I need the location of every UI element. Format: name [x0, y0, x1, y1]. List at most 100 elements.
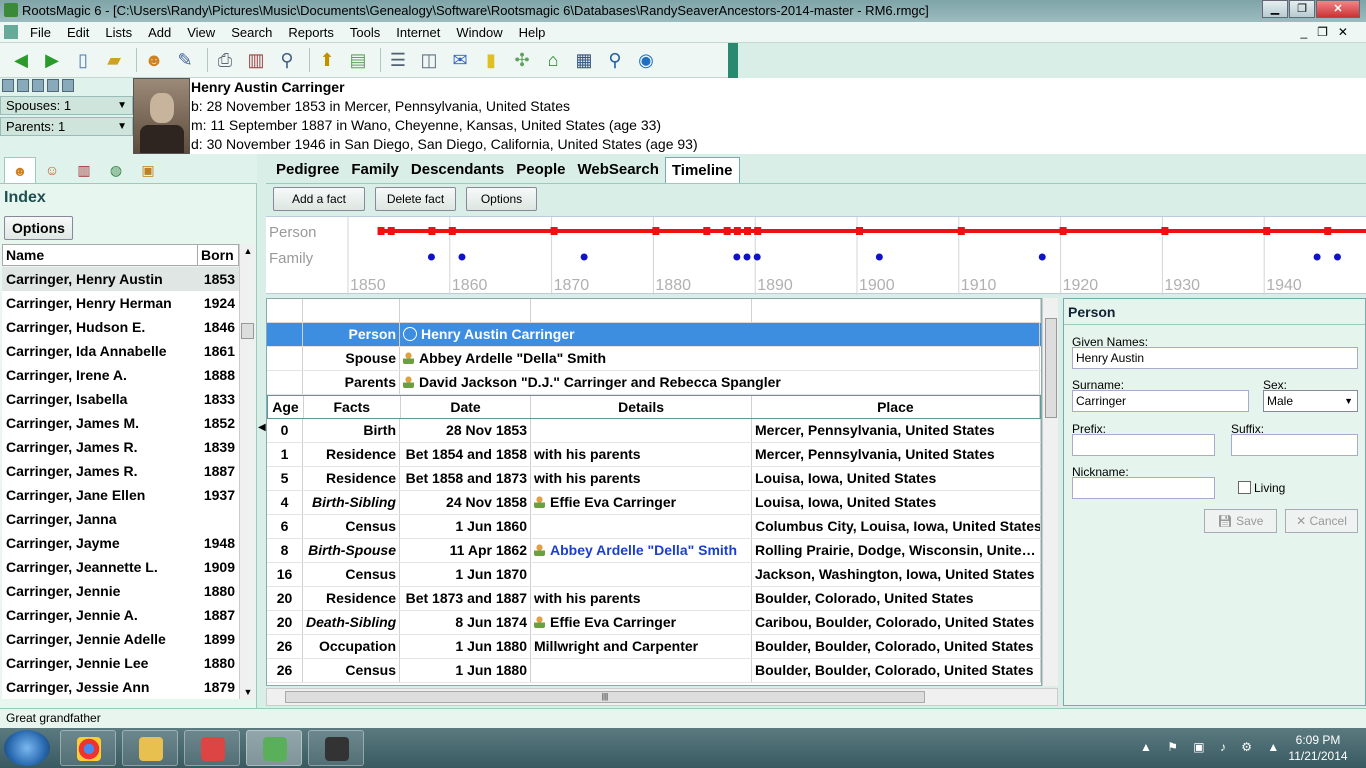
tree-icon[interactable]: ✣	[509, 47, 535, 73]
parents-dropdown[interactable]: Parents: 1	[0, 117, 133, 136]
delete-fact-button[interactable]: Delete fact	[375, 187, 456, 211]
forward-arrow-icon[interactable]: ▶	[39, 47, 65, 73]
person-photo[interactable]	[133, 78, 190, 154]
timeline-graph[interactable]: Person Family 1850 1860 1870 1880 1890 1900 19…	[266, 216, 1366, 295]
list-item[interactable]: Carringer, Jeannette L. 1909	[2, 555, 239, 579]
column-header-facts[interactable]: Facts	[304, 396, 401, 418]
print-icon[interactable]: ⎙	[212, 47, 238, 73]
save-button[interactable]: 💾︎ Save	[1204, 509, 1277, 533]
living-checkbox[interactable]	[1238, 481, 1251, 494]
add-fact-button[interactable]: Add a fact	[273, 187, 365, 211]
list-item[interactable]: Carringer, Jane Ellen 1937	[2, 483, 239, 507]
sources-tab-icon[interactable]: ▥	[68, 157, 100, 183]
media-icon[interactable]	[32, 79, 44, 92]
table-row[interactable]: 1 Residence Bet 1854 and 1858 with his pare…	[267, 443, 1041, 467]
list-item[interactable]: Carringer, Janna	[2, 507, 239, 531]
list-item[interactable]: Carringer, Henry Herman 1924	[2, 291, 239, 315]
scrollbar-thumb[interactable]: |||	[285, 691, 925, 703]
table-row[interactable]: 5 Residence Bet 1858 and 1873 with his pare…	[267, 467, 1041, 491]
table-row[interactable]: 20 Residence Bet 1873 and 1887 with his par…	[267, 587, 1041, 611]
spouse-row[interactable]: Spouse Abbey Ardelle "Della" Smith	[267, 347, 1041, 371]
open-folder-icon[interactable]: ▰	[101, 47, 127, 73]
report-icon[interactable]: ☰	[385, 47, 411, 73]
list-item[interactable]: Carringer, Jennie 1880	[2, 579, 239, 603]
home-icon[interactable]: ⌂	[540, 47, 566, 73]
nickname-field[interactable]	[1072, 477, 1215, 499]
menu-reports[interactable]: Reports	[280, 25, 342, 40]
email-icon[interactable]: ✉	[447, 47, 473, 73]
list-item[interactable]: Carringer, Jennie A. 1887	[2, 603, 239, 627]
navigate-icon[interactable]: ⬆	[314, 47, 340, 73]
surname-field[interactable]: Carringer	[1072, 390, 1249, 412]
sticky-note-icon[interactable]: ▮	[478, 47, 504, 73]
list-item[interactable]: Carringer, Henry Austin 1853	[2, 267, 239, 291]
menu-window[interactable]: Window	[448, 25, 510, 40]
list-item[interactable]: Carringer, Jennie Adelle 1899	[2, 627, 239, 651]
tree-icon[interactable]	[2, 79, 14, 92]
column-header-details[interactable]: Details	[531, 396, 752, 418]
scrollbar-thumb[interactable]	[1045, 318, 1057, 418]
person-row[interactable]: Person Henry Austin Carringer	[267, 323, 1041, 347]
table-row[interactable]: 20 Death-Sibling 8 Jun 1874 Effie Eva Carri…	[267, 611, 1041, 635]
menu-view[interactable]: View	[179, 25, 223, 40]
terminal-taskbar-button[interactable]	[308, 730, 364, 766]
notes-icon[interactable]: ▤	[345, 47, 371, 73]
table-row[interactable]: 8 Birth-Spouse 11 Apr 1862 Abbey Ardelle "D…	[267, 539, 1041, 563]
collapse-arrow-icon[interactable]: ◀	[258, 422, 266, 433]
grid-vertical-scrollbar[interactable]	[1042, 298, 1058, 686]
table-row[interactable]: 4 Birth-Sibling 24 Nov 1858 Effie Eva Carri…	[267, 491, 1041, 515]
table-row[interactable]: 0 Birth 28 Nov 1853 Mercer, Pennsylvania, U…	[267, 419, 1041, 443]
table-row[interactable]: 26 Occupation 1 Jun 1880 Millwright and Car…	[267, 635, 1041, 659]
menu-file[interactable]: File	[22, 25, 59, 40]
groups-tab-icon[interactable]: ▣	[132, 157, 164, 183]
rootsmagic-taskbar-button[interactable]	[246, 730, 302, 766]
spouse-link[interactable]: Abbey Ardelle "Della" Smith	[550, 542, 737, 558]
list-item[interactable]: Carringer, James R. 1887	[2, 459, 239, 483]
prefix-field[interactable]	[1072, 434, 1215, 456]
system-tray-icons[interactable]: ▲ ⚑ ▣ ♪ ⚙ ▲	[1140, 740, 1285, 754]
magnify-icon[interactable]: ⚲	[602, 47, 628, 73]
spouses-dropdown[interactable]: Spouses: 1	[0, 96, 133, 115]
taskbar-clock[interactable]: 6:09 PM 11/21/2014	[1285, 732, 1351, 764]
list-item[interactable]: Carringer, Jennie Lee 1880	[2, 651, 239, 675]
books-icon[interactable]: ▥	[243, 47, 269, 73]
list-item[interactable]: Carringer, Hudson E. 1846	[2, 315, 239, 339]
suffix-field[interactable]	[1231, 434, 1358, 456]
edit-icon[interactable]	[62, 79, 74, 92]
column-header-date[interactable]: Date	[401, 396, 532, 418]
menu-lists[interactable]: Lists	[97, 25, 140, 40]
chrome-taskbar-button[interactable]	[60, 730, 116, 766]
list-item[interactable]: Carringer, Ida Annabelle 1861	[2, 339, 239, 363]
start-button[interactable]	[4, 730, 50, 766]
menu-add[interactable]: Add	[140, 25, 179, 40]
book-icon[interactable]: ▦	[571, 47, 597, 73]
tab-descendants[interactable]: Descendants	[405, 157, 510, 183]
given-names-field[interactable]: Henry Austin	[1072, 347, 1358, 369]
index-options-button[interactable]: Options	[4, 216, 73, 240]
menu-tools[interactable]: Tools	[342, 25, 388, 40]
scroll-up-icon[interactable]: ▲	[240, 246, 256, 256]
web-icon[interactable]: ◉	[633, 47, 659, 73]
grid-horizontal-scrollbar[interactable]: |||	[266, 688, 1058, 706]
tab-websearch[interactable]: WebSearch	[571, 157, 664, 183]
menu-internet[interactable]: Internet	[388, 25, 448, 40]
toolbar-overflow-button[interactable]	[728, 43, 738, 78]
scrollbar-thumb[interactable]	[241, 323, 254, 339]
table-row[interactable]: 16 Census 1 Jun 1870 Jackson, Washington, I…	[267, 563, 1041, 587]
table-row[interactable]: 26 Census 1 Jun 1880 Boulder, Boulder, Colo…	[267, 659, 1041, 683]
column-header-place[interactable]: Place	[752, 396, 1040, 418]
panel-splitter[interactable]: ◀	[258, 184, 266, 708]
media-icon[interactable]: ◫	[416, 47, 442, 73]
restore-button[interactable]: ❐	[1289, 0, 1315, 18]
list-item[interactable]: Carringer, James R. 1839	[2, 435, 239, 459]
families-tab-icon[interactable]: ☺	[36, 157, 68, 183]
minimize-button[interactable]: ▁	[1262, 0, 1288, 18]
table-row[interactable]: 6 Census 1 Jun 1860 Columbus City, Louisa, …	[267, 515, 1041, 539]
index-scrollbar[interactable]: ▲ ▼	[239, 244, 255, 699]
add-person-icon[interactable]: ☻	[141, 47, 167, 73]
list-item[interactable]: Carringer, Jayme 1948	[2, 531, 239, 555]
menu-help[interactable]: Help	[511, 25, 554, 40]
list-item[interactable]: Carringer, Irene A. 1888	[2, 363, 239, 387]
parents-row[interactable]: Parents David Jackson "D.J." Carringer a…	[267, 371, 1041, 395]
search-icon[interactable]: ⚲	[274, 47, 300, 73]
